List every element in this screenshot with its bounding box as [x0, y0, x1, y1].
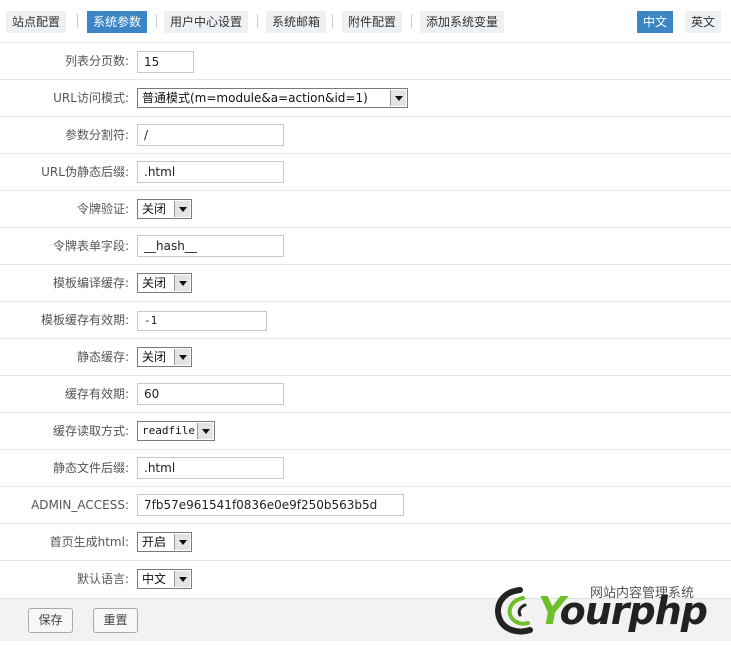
tab-system-params[interactable]: 系统参数: [87, 11, 148, 33]
chevron-down-icon[interactable]: [174, 275, 190, 291]
form-row: 令牌表单字段: __hash__: [0, 228, 731, 265]
select-value: 关闭: [142, 202, 167, 216]
template-cache-time-input[interactable]: -1: [137, 311, 267, 331]
field-label: 参数分割符:: [64, 128, 129, 142]
tab-add-variable[interactable]: 添加系统变量: [420, 11, 505, 33]
field-label: URL访问模式:: [53, 91, 129, 105]
field-label: 静态文件后缀:: [52, 461, 129, 475]
select-value: 关闭: [142, 350, 167, 364]
select-value: 关闭: [142, 276, 167, 290]
chevron-down-icon[interactable]: [197, 423, 213, 439]
tab-divider: [77, 14, 78, 28]
form-row: 缓存读取方式: readfile: [0, 413, 731, 450]
url-suffix-input[interactable]: .html: [137, 161, 284, 183]
form-row: 令牌验证: 关闭: [0, 191, 731, 228]
tab-system-mail[interactable]: 系统邮箱: [266, 11, 327, 33]
tab-site-config[interactable]: 站点配置: [6, 11, 67, 33]
token-field-input[interactable]: __hash__: [137, 235, 284, 257]
static-cache-select[interactable]: 关闭: [137, 347, 192, 367]
tab-bar: 站点配置 系统参数 用户中心设置 系统邮箱 附件配置 添加系统变量 中文 英文: [0, 0, 731, 43]
form-row: URL伪静态后缀: .html: [0, 154, 731, 191]
reset-button[interactable]: 重置: [93, 608, 138, 633]
field-label: 首页生成html:: [49, 535, 129, 549]
field-label: 令牌验证:: [76, 202, 129, 216]
select-value: 中文: [142, 572, 167, 586]
lang-english[interactable]: 英文: [685, 11, 722, 33]
cache-read-select[interactable]: readfile: [137, 421, 215, 441]
field-label: 静态缓存:: [76, 350, 129, 364]
form-row: 缓存有效期: 60: [0, 376, 731, 413]
chevron-down-icon[interactable]: [390, 90, 406, 106]
lang-chinese[interactable]: 中文: [637, 11, 674, 33]
field-label: 模板编译缓存:: [52, 276, 129, 290]
tab-attachment[interactable]: 附件配置: [342, 11, 403, 33]
chevron-down-icon[interactable]: [174, 201, 190, 217]
cache-time-input[interactable]: 60: [137, 383, 284, 405]
tab-divider: [332, 14, 333, 28]
logo-wordmark-y: Y: [538, 589, 561, 633]
home-html-select[interactable]: 开启: [137, 532, 192, 552]
page-size-input[interactable]: 15: [137, 51, 194, 73]
logo-wordmark: Yourphp: [538, 589, 708, 633]
field-label: URL伪静态后缀:: [41, 165, 129, 179]
form-row: ADMIN_ACCESS: 7fb57e961541f0836e0e9f250b…: [0, 487, 731, 524]
static-suffix-input[interactable]: .html: [137, 457, 284, 479]
admin-access-input[interactable]: 7fb57e961541f0836e0e9f250b563b5d: [137, 494, 404, 516]
template-cache-select[interactable]: 关闭: [137, 273, 192, 293]
separator-input[interactable]: /: [137, 124, 284, 146]
select-value: 普通模式(m=module&a=action&id=1): [142, 91, 368, 105]
field-label: 令牌表单字段:: [52, 239, 129, 253]
tab-divider: [257, 14, 258, 28]
form-row: 列表分页数: 15: [0, 43, 731, 80]
field-label: 默认语言:: [76, 572, 129, 586]
chevron-down-icon[interactable]: [174, 349, 190, 365]
field-label: 模板缓存有效期:: [40, 313, 129, 327]
save-button[interactable]: 保存: [28, 608, 73, 633]
field-label: 列表分页数:: [64, 54, 129, 68]
tab-user-center[interactable]: 用户中心设置: [164, 11, 249, 33]
form-row: 模板缓存有效期: -1: [0, 302, 731, 339]
tab-divider: [156, 14, 157, 28]
token-select[interactable]: 关闭: [137, 199, 192, 219]
form-row: URL访问模式: 普通模式(m=module&a=action&id=1): [0, 80, 731, 117]
logo-wordmark-rest: ourphp: [559, 589, 708, 633]
field-label: 缓存读取方式:: [52, 424, 129, 438]
field-label: 缓存有效期:: [64, 387, 129, 401]
form-row: 静态缓存: 关闭: [0, 339, 731, 376]
form-row: 首页生成html: 开启: [0, 524, 731, 561]
field-label: ADMIN_ACCESS:: [31, 498, 129, 512]
default-language-select[interactable]: 中文: [137, 569, 192, 589]
form-row: 静态文件后缀: .html: [0, 450, 731, 487]
tab-divider: [411, 14, 412, 28]
chevron-down-icon[interactable]: [174, 571, 190, 587]
settings-form: 列表分页数: 15 URL访问模式: 普通模式(m=module&a=actio…: [0, 43, 731, 597]
url-mode-select[interactable]: 普通模式(m=module&a=action&id=1): [137, 88, 408, 108]
select-value: readfile: [142, 424, 195, 437]
chevron-down-icon[interactable]: [174, 534, 190, 550]
form-row: 模板编译缓存: 关闭: [0, 265, 731, 302]
form-row: 参数分割符: /: [0, 117, 731, 154]
select-value: 开启: [142, 535, 167, 549]
